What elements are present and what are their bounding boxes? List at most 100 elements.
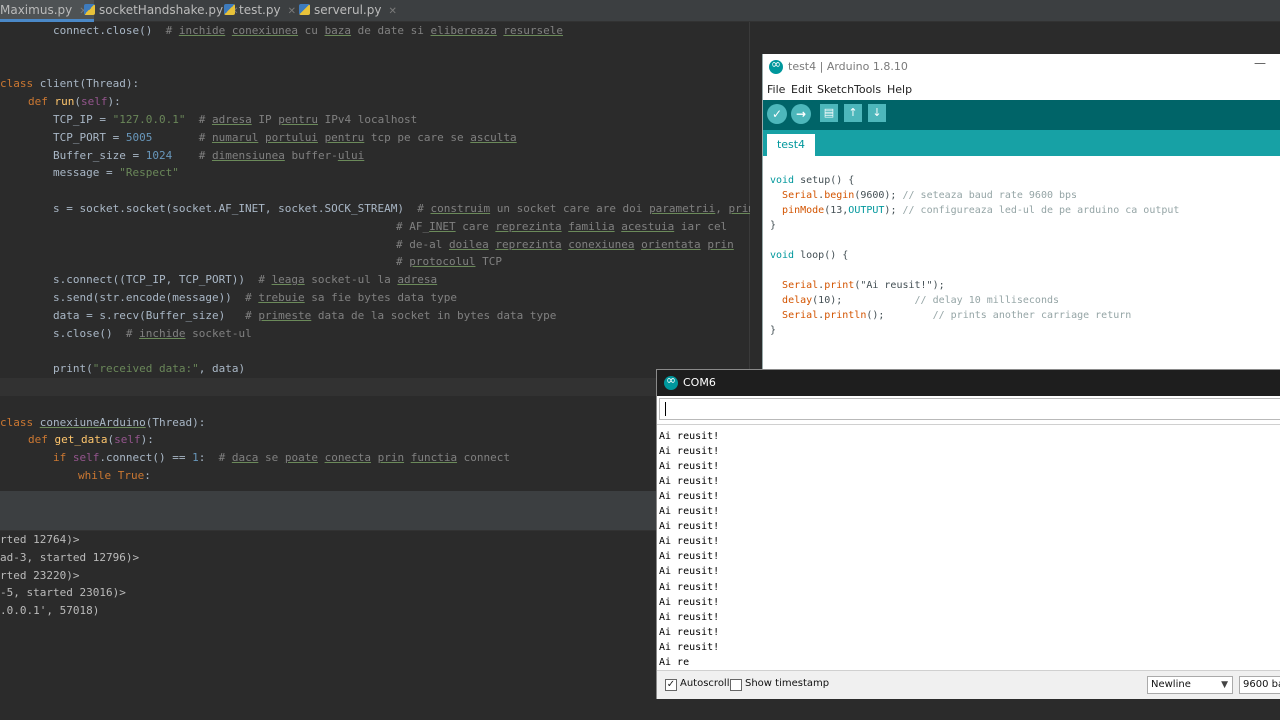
gutter-marker [0,200,8,218]
code-token: # [258,273,272,287]
baud-rate-value: 9600 baud [1243,679,1280,690]
code-token: iar cel [674,219,728,233]
code-token: asculta [470,130,517,144]
autoscroll-label: Autoscroll [680,678,730,689]
sketch-code-line: void loop() { [770,248,848,263]
show-timestamp-checkbox[interactable] [730,679,742,691]
code-token: TCP [475,255,502,269]
baud-rate-select[interactable]: 9600 baud [1239,676,1280,694]
code-token: # [198,113,212,126]
run-console[interactable]: rted 12764)> ad-3, started 12796)> rted 23… [0,509,656,720]
tab-test4[interactable]: test4 [767,134,815,156]
code-token: connect [457,451,511,465]
code-token: portului [264,130,318,144]
code-token: (9600); [854,190,903,201]
sketch-code-line: pinMode(13,OUTPUT); // configureaza led-… [770,203,1179,218]
code-token: def [28,433,55,447]
code-token: # AF_ [396,219,430,233]
code-token: care [455,219,496,233]
code-token: def [28,95,55,109]
serial-send-input[interactable] [659,398,1280,420]
code-token: begin [824,190,855,201]
upload-icon[interactable]: → [791,104,811,124]
serial-output-line: Ai reusit! [659,506,720,518]
tab-label: test.py [239,3,281,17]
code-token: 1024 [145,148,173,162]
code-line: s.connect((TCP_IP, TCP_PORT)) # leaga so… [53,271,437,289]
code-token: "127.0.0.1" [112,113,186,126]
gutter-marker [0,271,8,289]
arduino-ide-window: test4 | Arduino 1.8.10 — File Edit Sketc… [762,54,1280,370]
serial-monitor-titlebar[interactable]: COM6 [657,370,1280,396]
code-token: "received data:" [92,362,199,376]
code-token: self [114,433,141,447]
gutter-marker [0,164,8,182]
code-token: message = [53,166,120,180]
tab-serverul[interactable]: serverul.py ✕ [299,0,397,22]
code-token: baza [324,24,352,37]
code-token: resursele [503,24,564,37]
sketch-tab-bar: test4 [763,130,1280,156]
new-sketch-icon[interactable]: ▤ [820,104,838,122]
code-line: Buffer_size = 1024 # dimensiunea buffer-… [53,147,364,165]
gutter-marker [0,414,8,432]
code-token: run [54,95,75,109]
code-token: } [770,220,777,231]
gutter-marker [0,93,8,111]
code-token: , [715,202,729,215]
close-icon[interactable]: ✕ [288,1,296,22]
arduino-menubar: File Edit Sketch Tools Help [763,82,1280,100]
serial-output-line: Ai reusit! [659,536,720,548]
code-token: delay [782,295,813,306]
code-token: while [78,469,118,482]
open-sketch-icon[interactable]: ↑ [844,104,862,122]
code-token: reprezinta [495,237,562,251]
autoscroll-checkbox[interactable]: ✓ [665,679,677,691]
code-token: reprezinta [495,219,562,233]
arduino-titlebar[interactable]: test4 | Arduino 1.8.10 — [763,54,1280,82]
menu-help[interactable]: Help [887,83,912,96]
code-token: 1 [192,451,199,465]
serial-output-line: Ai reusit! [659,476,720,488]
console-output-line: .0.0.1', 57018) [0,604,100,618]
minimize-icon[interactable]: — [1254,56,1266,70]
run-panel-separator[interactable] [0,491,656,509]
gutter-marker [0,218,8,236]
code-token: // configureaza led-ul de pe arduino ca … [902,205,1180,216]
code-token: # [396,255,410,269]
close-icon[interactable]: ✕ [388,1,396,22]
menu-sketch[interactable]: Sketch [817,83,854,96]
sketch-code-editor[interactable]: void setup() { Serial.begin(9600); // se… [763,156,1280,370]
gutter-marker [0,58,8,76]
tab-label: serverul.py [314,3,382,17]
gutter-marker [0,449,8,467]
code-line: class client(Thread): [0,75,139,93]
code-token: ); [884,205,903,216]
tab-sockethandshake[interactable]: socketHandshake.py✕ [84,0,238,22]
code-token: numarul [211,130,259,144]
line-ending-select[interactable]: Newline ▼ [1147,676,1233,694]
line-ending-value: Newline [1151,679,1191,690]
gutter-marker [0,22,8,40]
code-token: # [125,326,140,340]
serial-output-line: Ai reusit! [659,461,720,473]
verify-icon[interactable]: ✓ [767,104,787,124]
menu-edit[interactable]: Edit [791,83,812,96]
code-editor[interactable]: connect.close() # inchide conexiunea cu … [0,22,768,492]
code-token: construim [430,202,491,215]
code-token: Serial [782,310,819,321]
code-token: s.connect((TCP_IP, TCP_PORT)) [53,273,259,287]
sketch-code-line: void setup() { [770,173,854,188]
tab-maximus[interactable]: Maximus.py✕ [0,0,94,22]
code-token: conexiunea [568,237,635,251]
menu-tools[interactable]: Tools [854,83,881,96]
tab-test[interactable]: test.py ✕ [224,0,296,22]
save-sketch-icon[interactable]: ↓ [868,104,886,122]
menu-file[interactable]: File [767,83,785,96]
code-token: sa fie bytes data type [304,291,457,304]
code-token: data de la socket in bytes data type [311,308,557,322]
show-timestamp-label: Show timestamp [745,678,830,689]
